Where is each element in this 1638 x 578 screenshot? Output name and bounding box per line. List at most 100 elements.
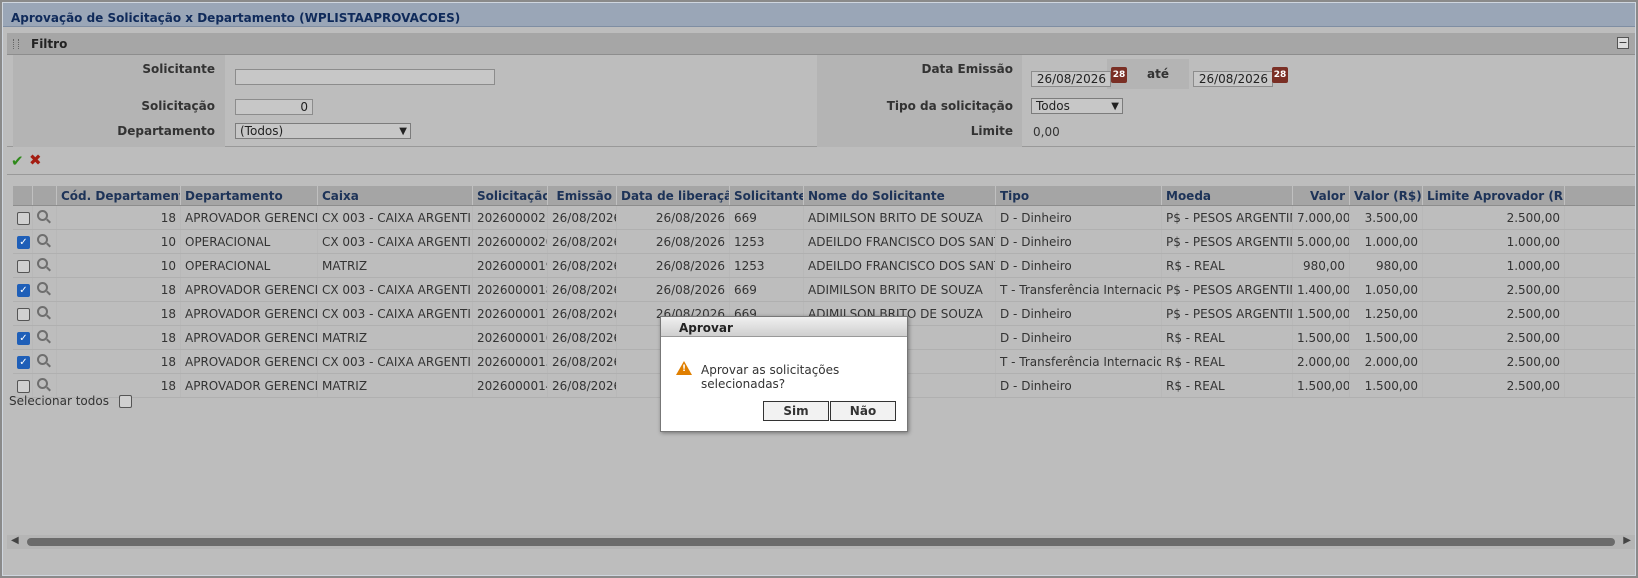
- row-checkbox[interactable]: [17, 380, 30, 393]
- table-row[interactable]: ✓ 10 OPERACIONAL CX 003 - CAIXA ARGENTINA 20…: [13, 230, 1635, 254]
- col-header[interactable]: Emissão: [548, 186, 617, 205]
- magnifier-icon[interactable]: [37, 354, 48, 365]
- cell-moeda: R$ - REAL: [1162, 374, 1293, 397]
- col-header[interactable]: Moeda: [1162, 186, 1293, 205]
- cell-emi: 26/08/2026: [548, 278, 617, 301]
- cell-limite: 2.500,00: [1423, 350, 1565, 373]
- row-checkbox[interactable]: ✓: [17, 236, 30, 249]
- magnifier-icon[interactable]: [37, 282, 48, 293]
- yes-button[interactable]: Sim: [763, 401, 829, 421]
- reject-icon[interactable]: ✖: [29, 151, 42, 169]
- cell-sol: 2026000018: [473, 278, 548, 301]
- filter-panel-header[interactable]: Filtro −: [7, 33, 1635, 55]
- table-row[interactable]: 18APROVADOR GERENCIALCX 003 - CAIXA ARGE…: [13, 206, 1635, 230]
- dialog-message: Aprovar as solicitações selecionadas?: [701, 363, 840, 391]
- col-header[interactable]: Data de liberação: [617, 186, 730, 205]
- cell-nome: ADIMILSON BRITO DE SOUZA: [804, 206, 996, 229]
- cell-solic: 1253: [730, 230, 804, 253]
- cell-dep: OPERACIONAL: [181, 230, 318, 253]
- cell-emi: 26/08/2026: [548, 230, 617, 253]
- magnifier-icon[interactable]: [37, 330, 48, 341]
- departamento-label: Departamento: [117, 124, 215, 138]
- col-header[interactable]: Caixa: [318, 186, 473, 205]
- cell-nome: ADEILDO FRANCISCO DOS SANTOS: [804, 230, 996, 253]
- solicitante-label: Solicitante: [142, 62, 215, 76]
- cell-moeda: R$ - REAL: [1162, 254, 1293, 277]
- calendar-icon[interactable]: 28: [1111, 67, 1127, 83]
- tipo-solicitacao-select[interactable]: Todos ▼: [1031, 98, 1123, 114]
- cell-limite: 2.500,00: [1423, 206, 1565, 229]
- row-view-cell: [33, 350, 57, 373]
- cell-limite: 2.500,00: [1423, 278, 1565, 301]
- row-checkbox[interactable]: [17, 212, 30, 225]
- col-header[interactable]: Nome do Solicitante: [804, 186, 996, 205]
- cell-valor: 1.400,00: [1293, 278, 1350, 301]
- cell-lib: 26/08/2026: [617, 254, 730, 277]
- table-row[interactable]: ✓ 18APROVADOR GERENCIALCX 003 - CAIXA ARG…: [13, 278, 1635, 302]
- row-checkbox[interactable]: ✓: [17, 332, 30, 345]
- warning-icon: !: [676, 361, 692, 375]
- cell-solic: 1253: [730, 254, 804, 277]
- cell-moeda: P$ - PESOS ARGENTINO: [1162, 230, 1293, 253]
- scrollbar-thumb[interactable]: [27, 538, 1615, 546]
- solicitante-input[interactable]: [235, 69, 495, 85]
- departamento-select[interactable]: (Todos) ▼: [235, 123, 411, 139]
- cell-valor_rs: 1.000,00: [1350, 230, 1423, 253]
- cell-limite: 2.500,00: [1423, 374, 1565, 397]
- cell-caixa: MATRIZ: [318, 326, 473, 349]
- row-checkbox[interactable]: ✓: [17, 356, 30, 369]
- magnifier-icon[interactable]: [37, 210, 48, 221]
- data-ate-input[interactable]: 26/08/2026: [1193, 71, 1273, 87]
- collapse-icon[interactable]: −: [1617, 37, 1629, 49]
- no-button[interactable]: Não: [830, 401, 896, 421]
- magnifier-icon[interactable]: [37, 306, 48, 317]
- cell-cod: 10: [57, 230, 181, 253]
- select-all[interactable]: Selecionar todos: [9, 394, 132, 408]
- cell-lib: 26/08/2026: [617, 206, 730, 229]
- filter-panel-label: Filtro: [31, 37, 68, 51]
- grip-icon: [13, 39, 19, 49]
- col-header[interactable]: Solicitante: [730, 186, 804, 205]
- solicitacao-input[interactable]: 0: [235, 99, 313, 115]
- cell-tipo: D - Dinheiro: [996, 326, 1162, 349]
- cell-limite: 1.000,00: [1423, 254, 1565, 277]
- col-header[interactable]: Limite Aprovador (R$): [1423, 186, 1565, 205]
- cell-sol: 2026000015: [473, 350, 548, 373]
- departamento-select-value: (Todos): [240, 124, 284, 138]
- cell-dep: OPERACIONAL: [181, 254, 318, 277]
- row-view-cell: [33, 302, 57, 325]
- row-checkbox[interactable]: [17, 260, 30, 273]
- warning-glyph: !: [682, 364, 687, 374]
- magnifier-icon[interactable]: [37, 258, 48, 269]
- cell-moeda: P$ - PESOS ARGENTINO: [1162, 206, 1293, 229]
- row-checkbox[interactable]: [17, 308, 30, 321]
- scroll-left-icon[interactable]: ◀: [11, 535, 19, 546]
- data-de-input[interactable]: 26/08/2026: [1031, 71, 1111, 87]
- col-header[interactable]: Solicitação: [473, 186, 548, 205]
- col-header[interactable]: Valor (R$): [1350, 186, 1423, 205]
- col-header[interactable]: Cód. Departamento: [57, 186, 181, 205]
- col-header[interactable]: Valor: [1293, 186, 1350, 205]
- approve-icon[interactable]: ✔: [11, 152, 24, 170]
- tipo-select-value: Todos: [1036, 99, 1070, 113]
- scroll-right-icon[interactable]: ▶: [1623, 535, 1631, 546]
- col-header[interactable]: Departamento: [181, 186, 318, 205]
- magnifier-icon[interactable]: [37, 378, 48, 389]
- row-checkbox[interactable]: ✓: [17, 284, 30, 297]
- cell-emi: 26/08/2026: [548, 374, 617, 397]
- row-checkbox-cell: [13, 254, 33, 277]
- cell-limite: 1.000,00: [1423, 230, 1565, 253]
- col-header[interactable]: Tipo: [996, 186, 1162, 205]
- table-row[interactable]: 10 OPERACIONAL MATRIZ 2026000019 26/08/2026 2…: [13, 254, 1635, 278]
- magnifier-icon[interactable]: [37, 234, 48, 245]
- cell-limite: 2.500,00: [1423, 302, 1565, 325]
- cell-tipo: T - Transferência Internacional: [996, 278, 1162, 301]
- calendar-icon[interactable]: 28: [1272, 67, 1288, 83]
- horizontal-scrollbar[interactable]: ◀ ▶: [7, 535, 1635, 549]
- row-checkbox-cell: ✓: [13, 278, 33, 301]
- filter-panel: Solicitante Solicitação 0 Departamento (…: [7, 55, 1635, 147]
- cell-moeda: P$ - PESOS ARGENTINO: [1162, 302, 1293, 325]
- select-all-checkbox[interactable]: [118, 395, 132, 408]
- cell-valor: 1.500,00: [1293, 302, 1350, 325]
- row-view-cell: [33, 326, 57, 349]
